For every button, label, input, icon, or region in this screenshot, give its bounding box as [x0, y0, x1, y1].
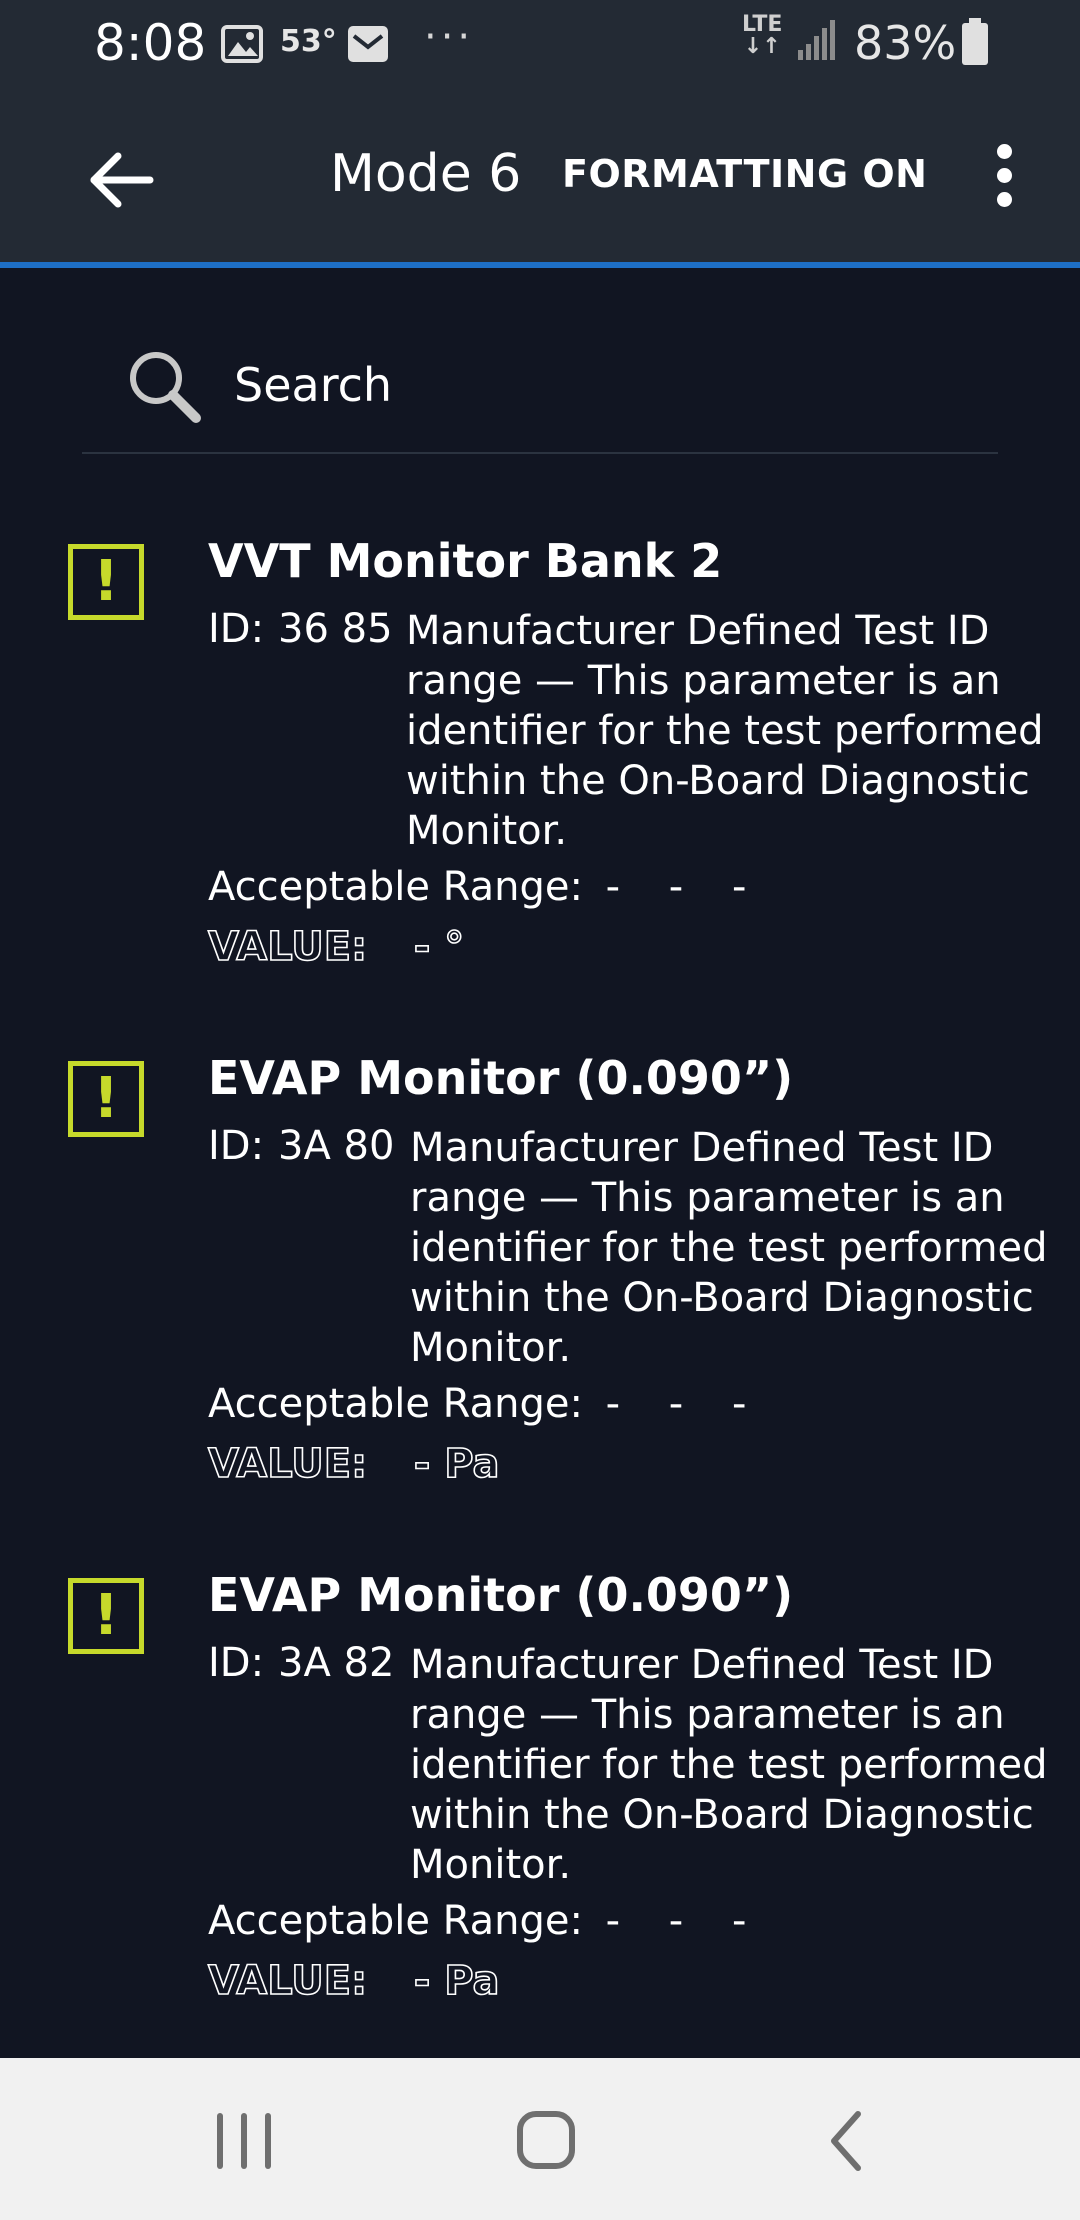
back-icon[interactable] — [808, 2106, 888, 2176]
range-label: Acceptable Range: — [208, 864, 583, 910]
warning-icon: ! — [68, 1061, 144, 1137]
item-title: EVAP Monitor (0.090”) — [208, 1051, 794, 1105]
network-type: LTE ↓↑ — [742, 12, 783, 59]
value-reading: - Pa — [413, 1957, 500, 2005]
app-header: 8:08 53° ··· LTE ↓↑ 83% Mode 6 FORMATTIN… — [0, 0, 1080, 262]
battery-icon — [962, 18, 988, 65]
recents-icon[interactable] — [204, 2106, 284, 2176]
item-title: EVAP Monitor (0.090”) — [208, 1568, 794, 1622]
range-value: - - - — [605, 1898, 765, 1944]
id-value: 36 85 — [278, 606, 393, 652]
range-value: - - - — [605, 864, 765, 910]
system-nav-bar — [0, 2058, 1080, 2220]
range-label: Acceptable Range: — [208, 1898, 583, 1944]
value-reading: - ° — [413, 923, 465, 971]
toolbar: Mode 6 FORMATTING ON — [0, 92, 1080, 262]
search-icon — [130, 352, 201, 423]
acceptable-range: Acceptable Range: - - - — [208, 1381, 764, 1427]
value-row: VALUE: - ° — [207, 923, 465, 971]
id-value: 3A 80 — [278, 1123, 395, 1169]
warning-icon: ! — [68, 1578, 144, 1654]
item-description: Manufacturer Defined Test ID range — Thi… — [410, 1125, 1048, 1371]
range-value: - - - — [605, 1381, 765, 1427]
search-bar[interactable] — [82, 320, 998, 454]
back-arrow-icon[interactable] — [86, 150, 156, 210]
id-label: ID: — [208, 606, 265, 652]
value-row: VALUE: - Pa — [207, 1440, 500, 1488]
status-bar: 8:08 53° ··· LTE ↓↑ 83% — [0, 0, 1080, 90]
id-value: 3A 82 — [278, 1640, 395, 1686]
range-label: Acceptable Range: — [208, 1381, 583, 1427]
home-icon[interactable] — [506, 2106, 586, 2176]
search-input[interactable] — [234, 350, 934, 420]
item-title: VVT Monitor Bank 2 — [208, 534, 723, 588]
value-label: VALUE: — [207, 923, 368, 971]
value-label: VALUE: — [207, 1957, 368, 2005]
status-time: 8:08 — [94, 14, 207, 72]
value-reading: - Pa — [413, 1440, 500, 1488]
header-accent-line — [0, 262, 1080, 268]
more-options-icon[interactable] — [990, 144, 1018, 212]
signal-icon — [798, 20, 835, 60]
battery-percent: 83% — [854, 16, 957, 70]
acceptable-range: Acceptable Range: - - - — [208, 1898, 764, 1944]
value-label: VALUE: — [207, 1440, 368, 1488]
gallery-icon — [221, 25, 263, 63]
status-temperature: 53° — [280, 24, 337, 59]
item-description: Manufacturer Defined Test ID range — Thi… — [410, 1642, 1048, 1888]
value-row: VALUE: - Pa — [207, 1957, 500, 2005]
mail-icon — [348, 26, 388, 62]
acceptable-range: Acceptable Range: - - - — [208, 864, 764, 910]
warning-icon: ! — [68, 544, 144, 620]
formatting-toggle-button[interactable]: FORMATTING ON — [562, 152, 927, 196]
page-title: Mode 6 — [330, 144, 522, 204]
status-more-icon: ··· — [424, 14, 475, 60]
id-label: ID: — [208, 1123, 265, 1169]
item-description: Manufacturer Defined Test ID range — Thi… — [406, 608, 1044, 854]
id-label: ID: — [208, 1640, 265, 1686]
